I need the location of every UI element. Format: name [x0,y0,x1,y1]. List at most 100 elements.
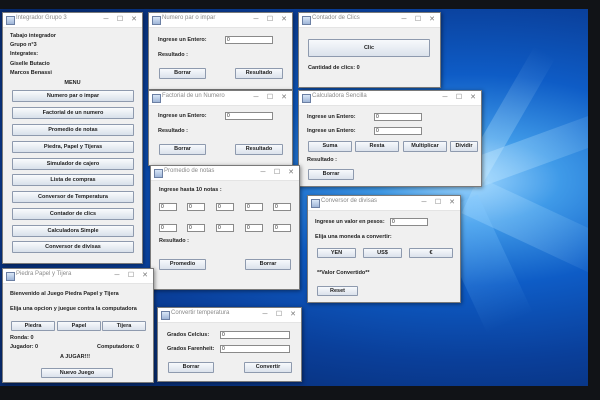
clear-button[interactable]: Borrar [308,169,354,180]
close-icon[interactable]: ✕ [287,309,299,321]
entero-input[interactable]: 0 [225,36,273,44]
clear-button[interactable]: Borrar [168,362,214,373]
title-bar[interactable]: Calculadora Sencilla ─ ☐ ✕ [299,91,481,106]
menu-button-cajero[interactable]: Simulador de cajero [12,158,134,170]
window-title: Piedra Papel y Tijera [16,271,72,277]
menu-button-contador-clics[interactable]: Contador de clics [12,208,134,220]
celsius-input[interactable]: 0 [220,331,290,339]
entero-2-input[interactable]: 0 [374,127,422,135]
grade-input[interactable]: 0 [159,224,177,232]
maximize-icon[interactable]: ☐ [271,167,283,179]
maximize-icon[interactable]: ☐ [453,92,465,104]
clic-button[interactable]: Clic [308,39,430,57]
result-button[interactable]: Resultado [235,68,283,79]
close-icon[interactable]: ✕ [426,14,438,26]
resta-button[interactable]: Resta [355,141,399,152]
pesos-label: Ingrese un valor en pesos: [315,219,385,225]
minimize-icon[interactable]: ─ [398,14,410,26]
usd-button[interactable]: US$ [363,248,402,258]
close-icon[interactable]: ✕ [467,92,479,104]
papel-button[interactable]: Papel [57,321,101,331]
suma-button[interactable]: Suma [308,141,352,152]
minimize-icon[interactable]: ─ [418,197,430,209]
instruction-label: Elija una opcion y juegue contra la comp… [10,306,137,312]
entero-input[interactable]: 0 [225,112,273,120]
minimize-icon[interactable]: ─ [111,270,123,282]
menu-button-conversor-divisas[interactable]: Conversor de divisas [12,241,134,253]
maximize-icon[interactable]: ☐ [273,309,285,321]
minimize-icon[interactable]: ─ [250,92,262,104]
title-bar[interactable]: Numero par o impar ─ ☐ ✕ [149,13,292,28]
tijera-button[interactable]: Tijera [102,321,146,331]
menu-button-par-impar[interactable]: Numero par o impar [12,90,134,102]
title-bar[interactable]: Conversor de divisas ─ ☐ ✕ [308,196,460,211]
java-app-icon [302,94,311,103]
menu-button-conversor-temperatura[interactable]: Conversor de Temperatura [12,191,134,203]
clear-button[interactable]: Borrar [245,259,291,270]
dividir-button[interactable]: Dividir [450,141,478,152]
grade-input[interactable]: 0 [187,224,205,232]
close-icon[interactable]: ✕ [139,270,151,282]
menu-button-lista-compras[interactable]: Lista de compras [12,174,134,186]
maximize-icon[interactable]: ☐ [432,197,444,209]
menu-button-promedio[interactable]: Promedio de notas [12,124,134,136]
window-calculadora: Calculadora Sencilla ─ ☐ ✕ Ingrese un En… [298,90,482,187]
maximize-icon[interactable]: ☐ [412,14,424,26]
info-line: Giselle Butacio [10,61,50,67]
grade-input[interactable]: 0 [159,203,177,211]
pesos-input[interactable]: 0 [390,218,428,226]
multiplicar-button[interactable]: Multiplicar [403,141,447,152]
clear-button[interactable]: Borrar [159,68,206,79]
euro-button[interactable]: € [409,248,453,258]
menu-button-factorial[interactable]: Factorial de un numero [12,107,134,119]
title-bar[interactable]: Piedra Papel y Tijera ─ ☐ ✕ [3,269,153,284]
menu-button-piedra-papel-tijeras[interactable]: Piedra, Papel y Tijeras [12,141,134,153]
grade-input[interactable]: 0 [273,203,291,211]
minimize-icon[interactable]: ─ [259,309,271,321]
close-icon[interactable]: ✕ [285,167,297,179]
grade-input[interactable]: 0 [273,224,291,232]
reset-button[interactable]: Reset [317,286,358,296]
window-contador-clics: Contador de Clics ─ ☐ ✕ Clic Cantidad de… [298,12,441,88]
close-icon[interactable]: ✕ [278,14,290,26]
result-label: Resultado : [158,52,188,58]
info-line: Integrates: [10,51,39,57]
promedio-button[interactable]: Promedio [159,259,206,270]
title-bar[interactable]: Integrador Grupo 3 ─ ☐ ✕ [3,13,142,28]
clear-button[interactable]: Borrar [159,144,206,155]
java-app-icon [6,16,15,25]
convert-button[interactable]: Convertir [244,362,292,373]
title-bar[interactable]: Contador de Clics ─ ☐ ✕ [299,13,440,28]
yen-button[interactable]: YEN [317,248,356,258]
window-title: Promedio de notas [164,168,215,174]
grade-input[interactable]: 0 [187,203,205,211]
grade-input[interactable]: 0 [245,203,263,211]
title-bar[interactable]: Convertir temperatura ─ ☐ ✕ [158,308,301,323]
grade-input[interactable]: 0 [216,203,234,211]
entero-1-input[interactable]: 0 [374,113,422,121]
close-icon[interactable]: ✕ [278,92,290,104]
result-label: Resultado : [159,238,189,244]
maximize-icon[interactable]: ☐ [114,14,126,26]
title-bar[interactable]: Factorial de un Numero ─ ☐ ✕ [149,91,292,106]
grade-input[interactable]: 0 [216,224,234,232]
maximize-icon[interactable]: ☐ [264,14,276,26]
minimize-icon[interactable]: ─ [250,14,262,26]
menu-button-calculadora[interactable]: Calculadora Simple [12,225,134,237]
maximize-icon[interactable]: ☐ [125,270,137,282]
close-icon[interactable]: ✕ [128,14,140,26]
minimize-icon[interactable]: ─ [100,14,112,26]
entero-label: Ingrese un Entero: [158,113,207,119]
window-factorial: Factorial de un Numero ─ ☐ ✕ Ingrese un … [148,90,293,166]
new-game-button[interactable]: Nuevo Juego [41,368,113,378]
minimize-icon[interactable]: ─ [257,167,269,179]
close-icon[interactable]: ✕ [446,197,458,209]
fahrenheit-input[interactable]: 0 [220,345,290,353]
title-bar[interactable]: Promedio de notas ─ ☐ ✕ [151,166,299,181]
screen-bezel-right [588,0,600,400]
result-button[interactable]: Resultado [235,144,283,155]
minimize-icon[interactable]: ─ [439,92,451,104]
piedra-button[interactable]: Piedra [11,321,55,331]
grade-input[interactable]: 0 [245,224,263,232]
maximize-icon[interactable]: ☐ [264,92,276,104]
